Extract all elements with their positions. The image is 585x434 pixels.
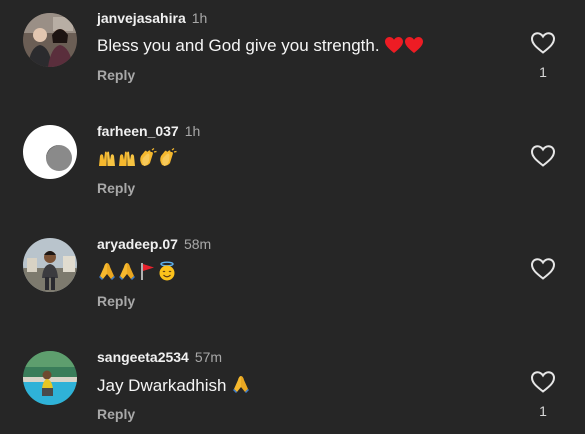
username[interactable]: janvejasahira bbox=[97, 10, 186, 26]
avatar[interactable] bbox=[23, 238, 77, 292]
timestamp: 1h bbox=[184, 123, 201, 139]
folded-hands-emoji-icon bbox=[97, 261, 117, 287]
comments-list: janvejasahira 1h Bless you and God give y… bbox=[0, 0, 585, 434]
timestamp: 57m bbox=[194, 349, 223, 365]
username[interactable]: sangeeta2534 bbox=[97, 349, 189, 365]
timestamp: 58m bbox=[183, 236, 212, 252]
like-button[interactable] bbox=[530, 31, 556, 55]
comment-meta: janvejasahira 1h bbox=[97, 9, 207, 27]
raised-hands-emoji-icon bbox=[117, 148, 137, 174]
comment-meta: aryadeep.07 58m bbox=[97, 235, 211, 253]
folded-hands-emoji-icon bbox=[117, 261, 137, 287]
like-button[interactable] bbox=[530, 370, 556, 394]
like-button[interactable] bbox=[530, 144, 556, 168]
comment-text: Jay Dwarkadhish bbox=[97, 374, 251, 400]
red-heart-emoji-icon bbox=[404, 36, 424, 60]
clapping-hands-emoji-icon bbox=[137, 148, 157, 174]
folded-hands-emoji-icon bbox=[231, 374, 251, 400]
comment-item: farheen_037 1h Reply bbox=[0, 113, 585, 225]
username[interactable]: aryadeep.07 bbox=[97, 236, 178, 252]
like-button[interactable] bbox=[530, 257, 556, 281]
comment-text bbox=[97, 148, 177, 174]
timestamp: 1h bbox=[191, 10, 208, 26]
comment-meta: farheen_037 1h bbox=[97, 122, 200, 140]
comment-text bbox=[97, 261, 177, 287]
comment-item: sangeeta2534 57m Jay Dwarkadhish Reply 1 bbox=[0, 339, 585, 434]
avatar-photo-icon bbox=[23, 13, 77, 67]
comment-text: Bless you and God give you strength. bbox=[97, 35, 424, 60]
reply-button[interactable]: Reply bbox=[97, 405, 135, 423]
comment-text-content: Jay Dwarkadhish bbox=[97, 376, 227, 395]
reply-button[interactable]: Reply bbox=[97, 66, 135, 84]
username[interactable]: farheen_037 bbox=[97, 123, 179, 139]
reply-button[interactable]: Reply bbox=[97, 179, 135, 197]
triangular-flag-emoji-icon bbox=[137, 261, 157, 287]
heart-outline-icon bbox=[530, 258, 556, 280]
heart-outline-icon bbox=[530, 371, 556, 393]
comment-text-content: Bless you and God give you strength. bbox=[97, 36, 380, 55]
reply-button[interactable]: Reply bbox=[97, 292, 135, 310]
heart-outline-icon bbox=[530, 145, 556, 167]
comment-item: aryadeep.07 58m Reply bbox=[0, 226, 585, 338]
avatar-photo-icon bbox=[23, 351, 77, 405]
comment-meta: sangeeta2534 57m bbox=[97, 348, 222, 366]
smiling-face-with-halo-emoji-icon bbox=[157, 261, 177, 287]
default-avatar-icon bbox=[23, 125, 77, 179]
clapping-hands-emoji-icon bbox=[157, 148, 177, 174]
comment-item: janvejasahira 1h Bless you and God give y… bbox=[0, 0, 585, 112]
red-heart-emoji-icon bbox=[384, 36, 404, 60]
avatar[interactable] bbox=[23, 125, 77, 179]
raised-hands-emoji-icon bbox=[97, 148, 117, 174]
like-count: 1 bbox=[539, 403, 547, 419]
heart-outline-icon bbox=[530, 32, 556, 54]
like-count: 1 bbox=[539, 64, 547, 80]
avatar[interactable] bbox=[23, 13, 77, 67]
avatar[interactable] bbox=[23, 351, 77, 405]
avatar-photo-icon bbox=[23, 238, 77, 292]
